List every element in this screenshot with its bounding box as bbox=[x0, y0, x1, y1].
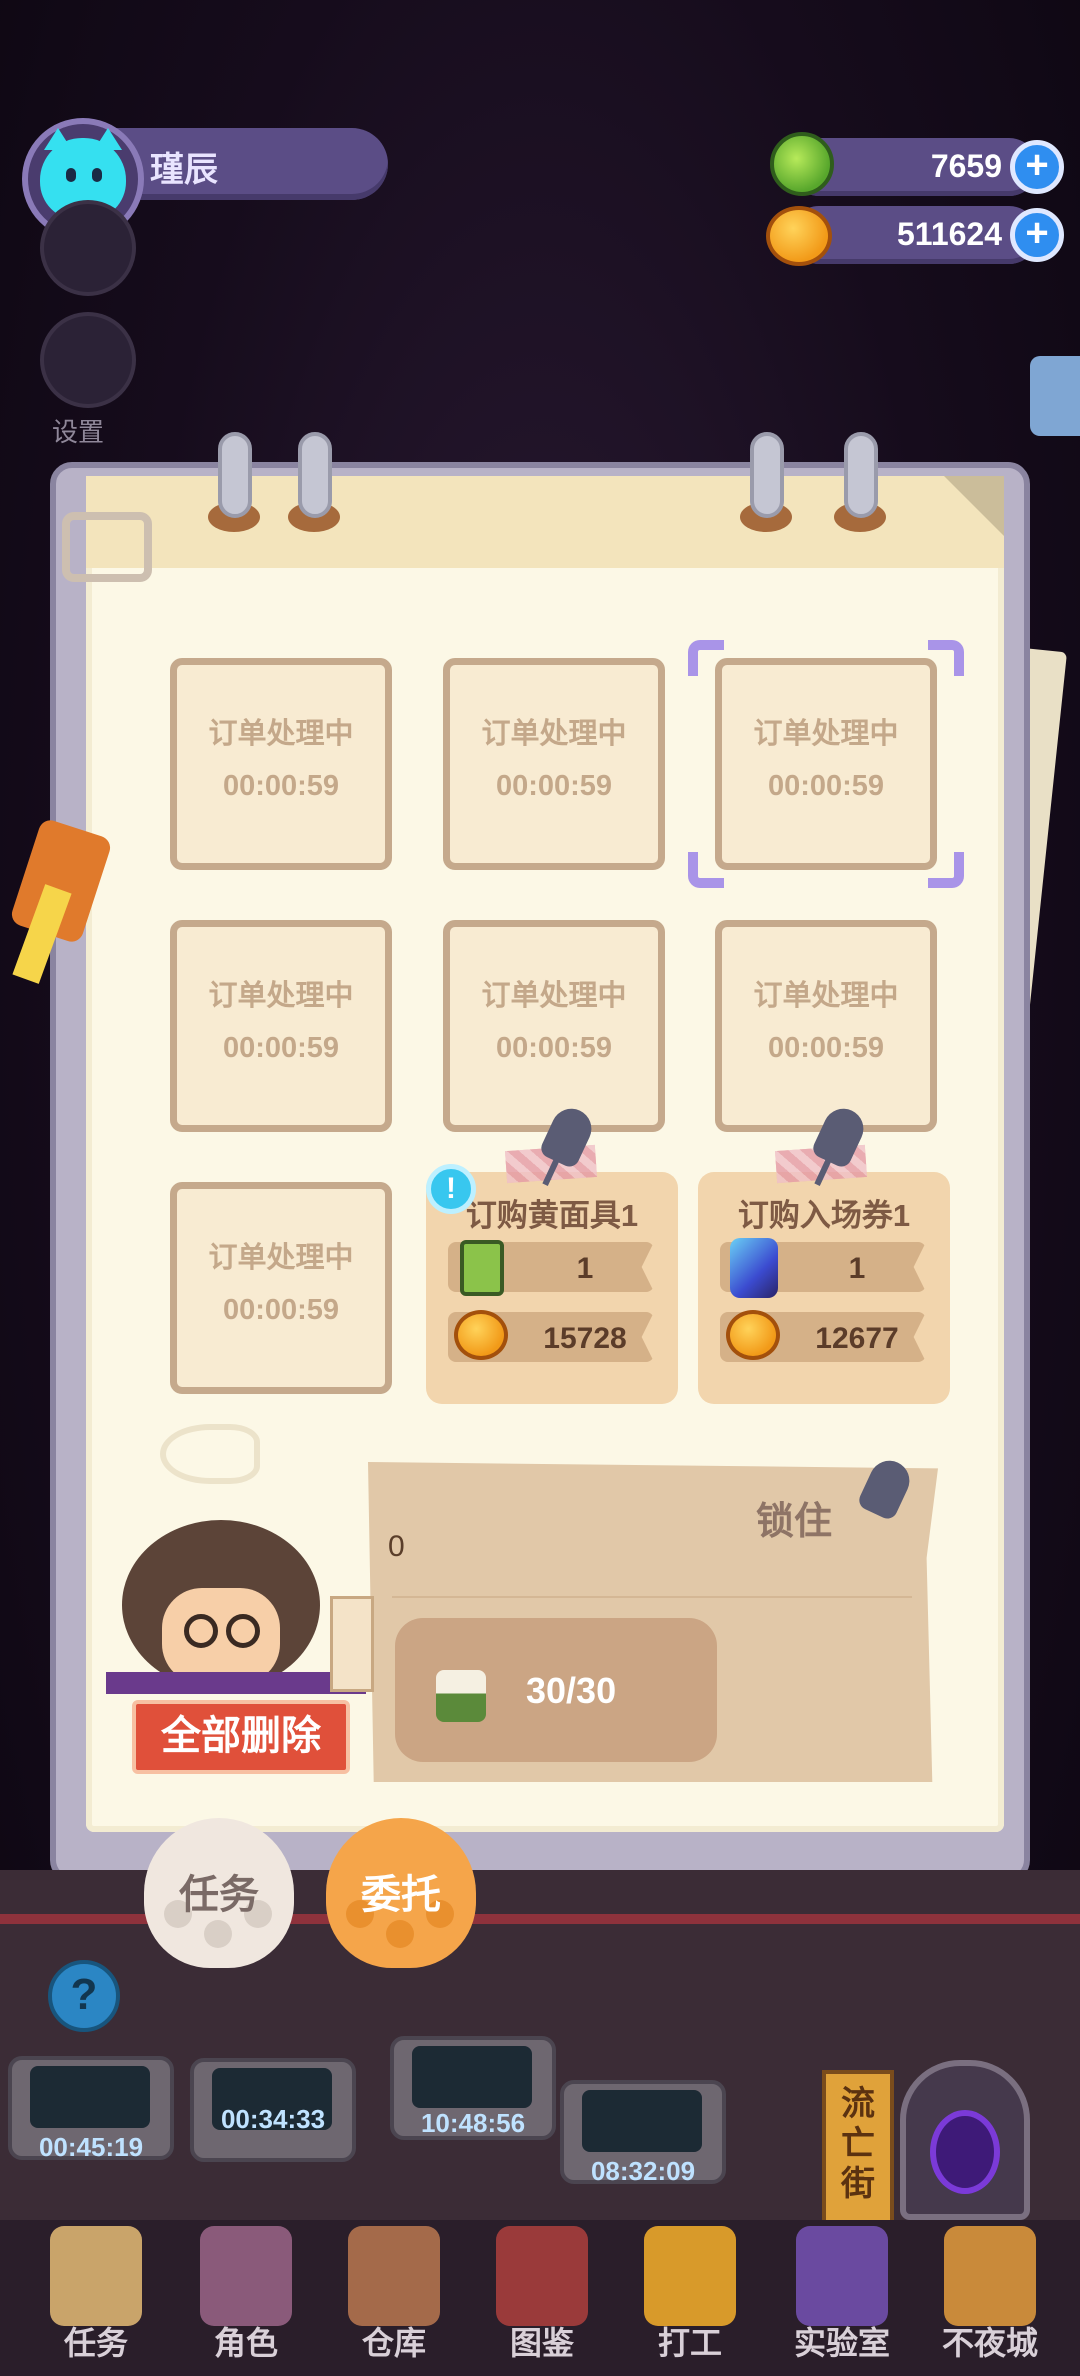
order-title: 订购入场券1 bbox=[737, 1198, 911, 1233]
binder-ring bbox=[218, 432, 252, 518]
book-icon bbox=[496, 2226, 588, 2326]
clerk-npc-icon bbox=[162, 1588, 280, 1684]
slot-timer: 00:00:59 bbox=[222, 1294, 340, 1326]
npc-desk bbox=[106, 1672, 366, 1694]
binder-ring bbox=[298, 432, 332, 518]
order-price: 12677 bbox=[815, 1322, 899, 1355]
add-gem-button[interactable]: + bbox=[1010, 140, 1064, 194]
nav-work-label: 打工 bbox=[657, 2325, 722, 2361]
character-card-icon bbox=[200, 2226, 292, 2326]
slot-status: 订单处理中 bbox=[208, 1242, 354, 1274]
slot-timer: 00:00:59 bbox=[222, 770, 340, 802]
flask-icon bbox=[796, 2226, 888, 2326]
bolt-icon bbox=[730, 1238, 778, 1298]
order-price: 15728 bbox=[543, 1322, 627, 1355]
side-clip-icon[interactable] bbox=[1030, 356, 1080, 436]
chest-icon bbox=[348, 2226, 440, 2326]
slot-status: 订单处理中 bbox=[481, 980, 627, 1012]
gold-coin-icon bbox=[726, 1310, 780, 1360]
capacity-count: 30/30 bbox=[526, 1670, 617, 1711]
delete-all-button[interactable]: 全部删除 bbox=[132, 1700, 350, 1774]
order-slot[interactable] bbox=[170, 920, 392, 1132]
clipboard-icon bbox=[50, 2226, 142, 2326]
oven-screen bbox=[412, 2046, 532, 2108]
help-icon[interactable]: ? bbox=[48, 1960, 120, 2032]
oven-timer: 00:34:33 bbox=[220, 2104, 326, 2134]
fish-doodle-icon bbox=[160, 1424, 260, 1484]
slot-timer: 00:00:59 bbox=[495, 770, 613, 802]
paw-toe bbox=[204, 1920, 232, 1948]
nav-tasks-label: 任务 bbox=[63, 2325, 128, 2361]
cat-city-icon bbox=[944, 2226, 1036, 2326]
slot-timer: 00:00:59 bbox=[767, 1032, 885, 1064]
rice-bowl-icon bbox=[436, 1670, 486, 1722]
gold-coin-icon bbox=[454, 1310, 508, 1360]
oven-timer: 10:48:56 bbox=[420, 2108, 526, 2138]
collapse-arrow-button[interactable] bbox=[40, 200, 136, 296]
tab-commission-label: 委托 bbox=[361, 1873, 441, 1917]
folded-corner bbox=[944, 476, 1004, 536]
order-slot[interactable] bbox=[443, 658, 665, 870]
slot-status: 订单处理中 bbox=[753, 980, 899, 1012]
oven-timer: 00:45:19 bbox=[38, 2132, 144, 2162]
order-slot[interactable] bbox=[715, 920, 937, 1132]
avatar-eye bbox=[66, 168, 76, 182]
portal-core-icon bbox=[930, 2110, 1000, 2194]
add-coin-button[interactable]: + bbox=[1010, 208, 1064, 262]
info-badge-icon[interactable]: ! bbox=[426, 1164, 476, 1214]
lock-button[interactable]: 锁住 bbox=[756, 1490, 832, 1545]
oven-screen bbox=[30, 2066, 150, 2128]
selection-corner bbox=[688, 852, 724, 888]
binder-ring bbox=[844, 432, 878, 518]
order-slot[interactable] bbox=[170, 1182, 392, 1394]
order-slot-selected[interactable] bbox=[715, 658, 937, 870]
slot-status: 订单处理中 bbox=[208, 980, 354, 1012]
paw-toe bbox=[386, 1920, 414, 1948]
slot-timer: 00:00:59 bbox=[767, 770, 885, 802]
avatar-eye bbox=[92, 168, 102, 182]
npc-glasses bbox=[184, 1614, 218, 1648]
order-input-field[interactable]: 0 bbox=[388, 1530, 405, 1564]
slot-timer: 00:00:59 bbox=[222, 1032, 340, 1064]
settings-label: 设置 bbox=[52, 417, 105, 447]
npc-glasses bbox=[226, 1614, 260, 1648]
binder-ring bbox=[750, 432, 784, 518]
paper-stack-icon bbox=[330, 1596, 374, 1692]
tab-tasks-label: 任务 bbox=[179, 1873, 259, 1917]
order-slot[interactable] bbox=[443, 920, 665, 1132]
nav-lab-label: 实验室 bbox=[793, 2325, 890, 2361]
selection-corner bbox=[928, 640, 964, 676]
gold-coin-icon bbox=[766, 206, 832, 266]
nav-codex-label: 图鉴 bbox=[509, 2325, 574, 2361]
battery-icon bbox=[460, 1240, 504, 1296]
player-name: 瑾辰 bbox=[150, 151, 218, 189]
slot-timer: 00:00:59 bbox=[495, 1032, 613, 1064]
selection-corner bbox=[688, 640, 724, 676]
nav-character-label: 角色 bbox=[213, 2325, 278, 2361]
order-slot[interactable] bbox=[170, 658, 392, 870]
curl-icon bbox=[62, 512, 152, 582]
slot-status: 订单处理中 bbox=[753, 718, 899, 750]
nav-nightcity-label: 不夜城 bbox=[941, 2325, 1038, 2361]
green-gem-icon bbox=[770, 132, 834, 196]
exile-street-sign[interactable]: 流亡街 bbox=[822, 2070, 894, 2230]
nav-warehouse-label: 仓库 bbox=[361, 2325, 426, 2361]
oven-screen bbox=[582, 2090, 702, 2152]
order-qty: 1 bbox=[576, 1252, 594, 1285]
slot-status: 订单处理中 bbox=[208, 718, 354, 750]
oven-timer: 08:32:09 bbox=[590, 2156, 696, 2186]
input-underline bbox=[392, 1596, 912, 1598]
order-qty: 1 bbox=[848, 1252, 866, 1285]
coin-count: 511624 bbox=[896, 216, 1002, 252]
settings-gear-icon[interactable] bbox=[40, 312, 136, 408]
frame-icon bbox=[644, 2226, 736, 2326]
slot-status: 订单处理中 bbox=[481, 718, 627, 750]
selection-corner bbox=[928, 852, 964, 888]
